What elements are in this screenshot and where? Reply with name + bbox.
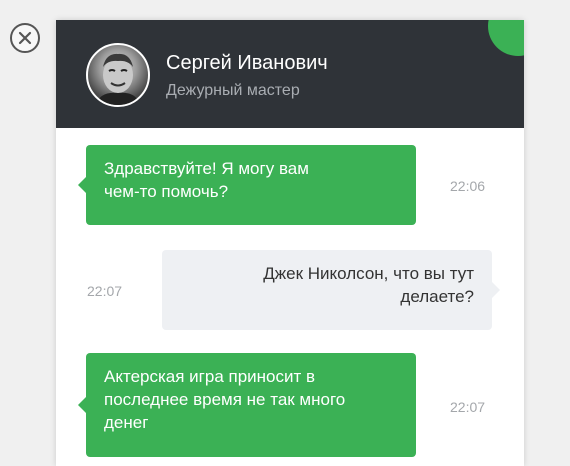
message-bubble-agent: Актерская игра приносит в последнее врем… [78,353,416,457]
avatar [86,43,150,107]
message-time: 22:06 [450,178,486,194]
agent-role: Дежурный мастер [166,82,300,99]
message-line: денег [104,413,149,432]
agent-name: Сергей Иванович [166,52,328,74]
message-time: 22:07 [87,283,123,299]
message-bubble-user: Джек Николсон, что вы тут делаете? [162,250,500,330]
message-line: Джек Николсон, что вы тут [263,264,474,283]
chat-header: Сергей Иванович Дежурный мастер [56,20,524,128]
chat-widget: Сергей Иванович Дежурный мастер Здравств… [56,20,524,466]
avatar-photo-icon [96,53,140,105]
message-time: 22:07 [450,399,486,415]
close-icon [18,31,32,45]
message-line: Здравствуйте! Я могу вам [104,159,309,178]
message-line: Актерская игра приносит в [104,367,316,386]
corner-accent [488,20,524,56]
message-line: чем-то помочь? [104,182,229,201]
message-line: последнее время не так много [104,390,346,409]
close-button[interactable] [10,23,40,53]
message-line: делаете? [400,287,474,306]
message-bubble-agent: Здравствуйте! Я могу вам чем-то помочь? [78,145,416,225]
